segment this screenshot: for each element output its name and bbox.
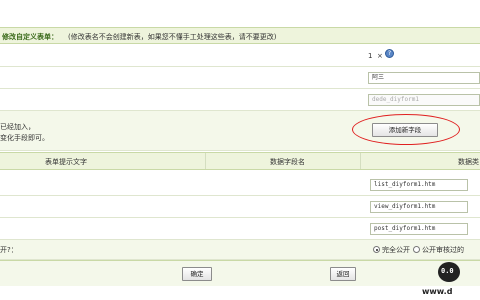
public-approved-label: 公开审核过的: [422, 246, 464, 254]
public-question: 开?：: [0, 246, 18, 254]
view-template-input[interactable]: view_diyform1.htm: [370, 201, 468, 213]
form-title-note: (修改表名不会创建新表，如果您不懂手工处理这些表，请不要更改): [68, 33, 277, 41]
form-title: 修改自定义表单：: [2, 33, 58, 41]
id-row: 1 × ?: [0, 45, 480, 67]
name-row: 阿三: [0, 67, 480, 89]
form-name-input[interactable]: 阿三: [368, 72, 480, 84]
col-data-type: 数据类: [458, 158, 479, 166]
id-value: 1: [368, 52, 373, 60]
table-name-row: dede_diyform1: [0, 89, 480, 111]
form-title-bar: 修改自定义表单： (修改表名不会创建新表，如果您不懂手工处理这些表，请不要更改): [0, 27, 480, 44]
cat-logo-icon: 0.0: [438, 262, 460, 282]
col-divider: [360, 153, 361, 169]
col-field-name: 数据字段名: [270, 158, 305, 166]
col-prompt-text: 表单提示文字: [45, 158, 87, 166]
form-footer: 确定 返回: [0, 260, 480, 286]
public-all-label: 完全公开: [382, 246, 410, 254]
post-template-row: post_diyform1.htm: [0, 218, 480, 240]
watermark: 0.0 www.d: [420, 260, 480, 300]
back-button[interactable]: 返回: [330, 267, 356, 281]
table-name-input: dede_diyform1: [368, 94, 480, 106]
watermark-text: www.d: [422, 287, 453, 296]
confirm-button[interactable]: 确定: [182, 267, 212, 281]
public-row: 开?： 完全公开 公开审核过的: [0, 240, 480, 260]
highlight-oval: [352, 114, 460, 145]
desc-line-1: 已经加入，: [0, 123, 35, 131]
col-divider: [205, 153, 206, 169]
public-approved-radio[interactable]: [413, 246, 420, 253]
post-template-input[interactable]: post_diyform1.htm: [370, 223, 468, 235]
help-icon[interactable]: ?: [385, 49, 394, 58]
desc-line-2: 变化手段即可。: [0, 134, 49, 142]
public-all-radio[interactable]: [373, 246, 380, 253]
list-template-row: list_diyform1.htm: [0, 174, 480, 196]
id-suffix: ×: [377, 52, 383, 60]
fields-table-header: 表单提示文字 数据字段名 数据类: [0, 152, 480, 170]
list-template-input[interactable]: list_diyform1.htm: [370, 179, 468, 191]
view-template-row: view_diyform1.htm: [0, 196, 480, 218]
